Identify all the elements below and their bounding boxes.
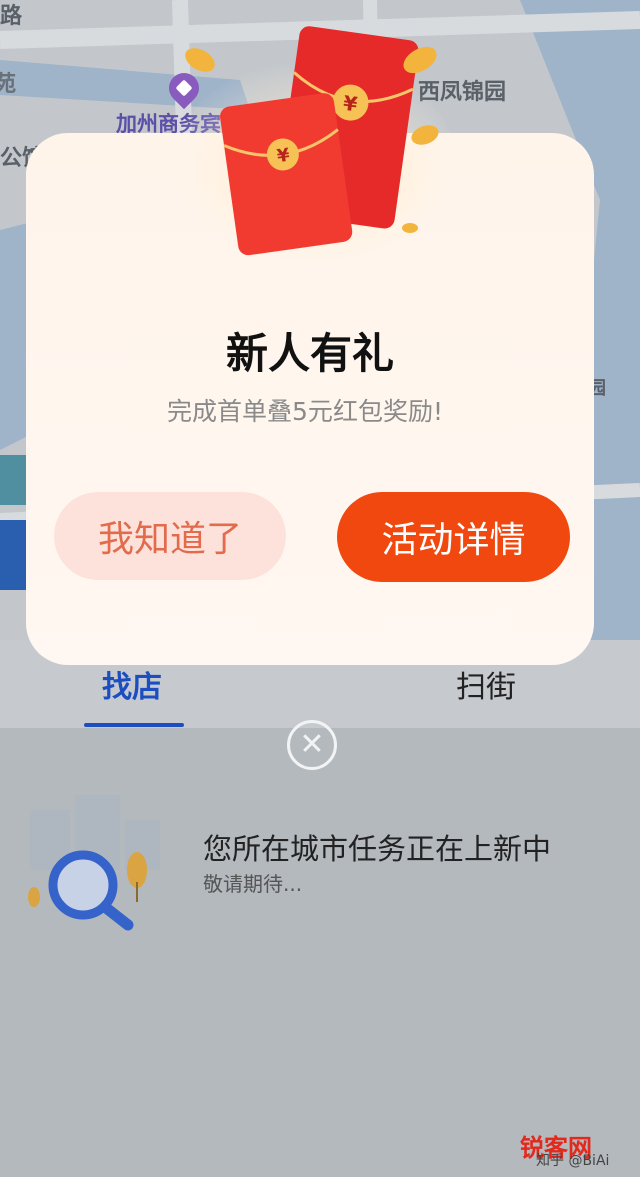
watermark-text: 知乎 @BiAi — [536, 1153, 610, 1169]
empty-state-title: 您所在城市任务正在上新中 — [203, 832, 552, 866]
tab-find-store[interactable]: 找店 — [102, 662, 162, 706]
activity-details-button[interactable]: 活动详情 — [337, 492, 570, 582]
magnifier-illustration-icon — [28, 795, 160, 931]
tab-scan-street[interactable]: 扫街 — [456, 662, 516, 706]
got-it-button[interactable]: 我知道了 — [54, 492, 286, 580]
empty-state-subtitle: 敬请期待... — [203, 872, 303, 896]
map-label-road: 路 — [0, 4, 23, 29]
close-circle-icon[interactable]: ✕ — [287, 720, 337, 770]
dialog-title: 新人有礼 — [225, 329, 394, 378]
dialog-subtitle: 完成首单叠5元红包奖励! — [167, 397, 443, 426]
tab-active-indicator — [84, 723, 184, 727]
red-envelope-coins-icon: ¥ ¥ — [175, 26, 455, 260]
map-label-district: 苑 — [0, 72, 17, 97]
